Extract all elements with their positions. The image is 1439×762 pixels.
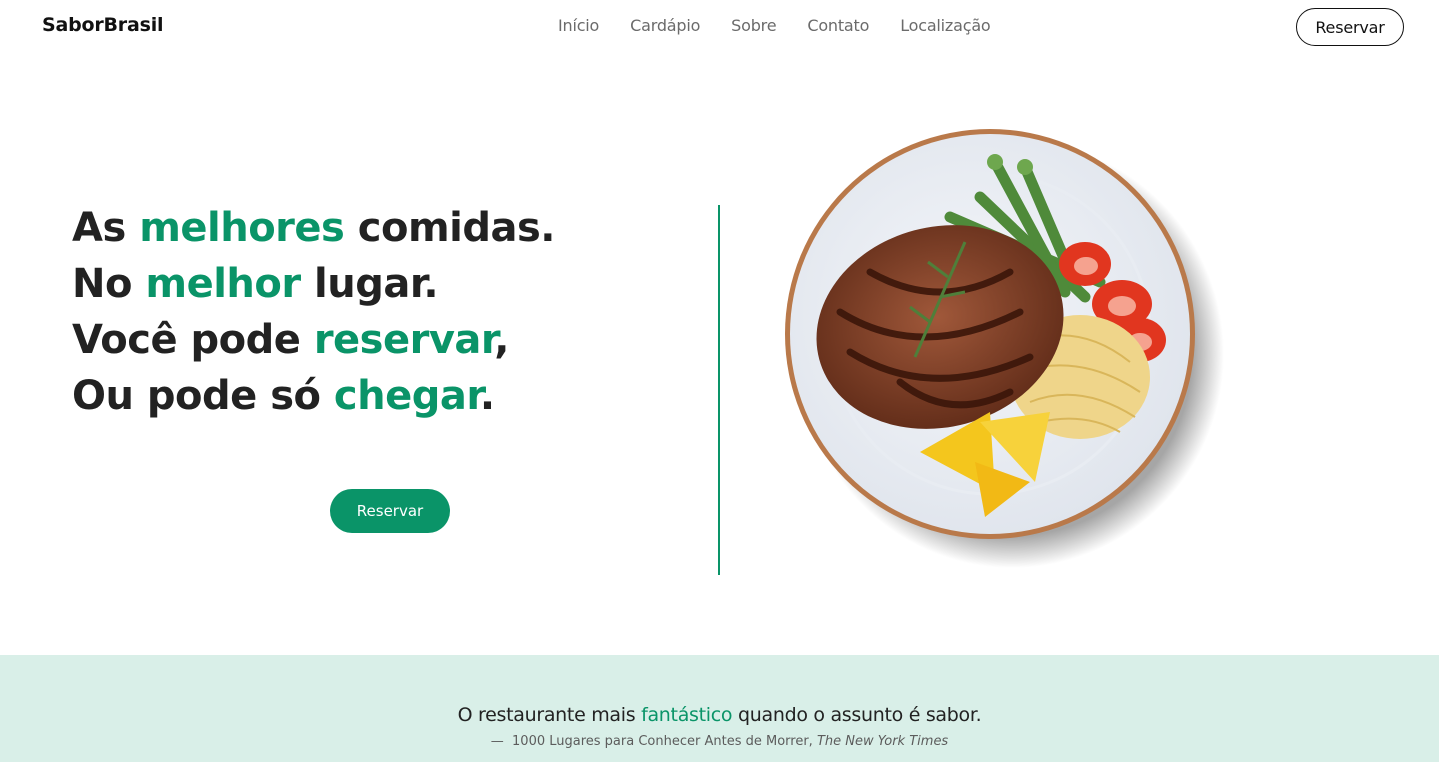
citation-source: 1000 Lugares para Conhecer Antes de Morr… <box>512 734 813 749</box>
headline-line-1: As melhores comidas. <box>72 200 555 256</box>
header-reserve-button[interactable]: Reservar <box>1296 8 1404 46</box>
quote-text: quando o assunto é sabor. <box>732 704 982 726</box>
nav-link-inicio[interactable]: Início <box>558 16 599 35</box>
quote-accent: fantástico <box>641 704 733 726</box>
hero-headline: As melhores comidas. No melhor lugar. Vo… <box>72 200 555 424</box>
headline-accent: melhores <box>139 205 345 251</box>
vertical-divider <box>718 205 720 575</box>
citation-dash: — <box>490 734 504 749</box>
quote-band: O restaurante mais fantástico quando o a… <box>0 655 1439 762</box>
nav-link-contato[interactable]: Contato <box>807 16 869 35</box>
headline-line-3: Você pode reservar, <box>72 312 555 368</box>
headline-accent: chegar <box>333 373 480 419</box>
testimonial-quote: O restaurante mais fantástico quando o a… <box>0 704 1439 726</box>
headline-text: Você pode <box>72 317 314 363</box>
brand-logo[interactable]: SaborBrasil <box>42 14 164 36</box>
quote-citation: — 1000 Lugares para Conhecer Antes de Mo… <box>0 734 1439 749</box>
nav-link-cardapio[interactable]: Cardápio <box>630 16 700 35</box>
nav-link-localizacao[interactable]: Localização <box>900 16 991 35</box>
plate-illustration <box>785 129 1224 568</box>
headline-text: Ou pode só <box>72 373 334 419</box>
headline-accent: melhor <box>145 261 301 307</box>
headline-line-4: Ou pode só chegar. <box>72 368 555 424</box>
headline-text: . <box>479 373 495 419</box>
quote-text: O restaurante mais <box>457 704 642 726</box>
citation-publication: The New York Times <box>816 734 949 749</box>
headline-accent: reservar <box>313 317 495 363</box>
headline-text: comidas. <box>344 205 556 251</box>
main-nav: Início Cardápio Sobre Contato Localizaçã… <box>558 16 991 35</box>
headline-text: , <box>494 317 509 363</box>
site-header: SaborBrasil Início Cardápio Sobre Contat… <box>0 0 1439 56</box>
headline-line-2: No melhor lugar. <box>72 256 555 312</box>
nav-link-sobre[interactable]: Sobre <box>731 16 776 35</box>
steak-plate-image <box>780 122 1230 572</box>
headline-text: No <box>72 261 146 307</box>
headline-text: lugar. <box>300 261 439 307</box>
hero-reserve-button[interactable]: Reservar <box>330 489 450 533</box>
headline-text: As <box>72 205 140 251</box>
